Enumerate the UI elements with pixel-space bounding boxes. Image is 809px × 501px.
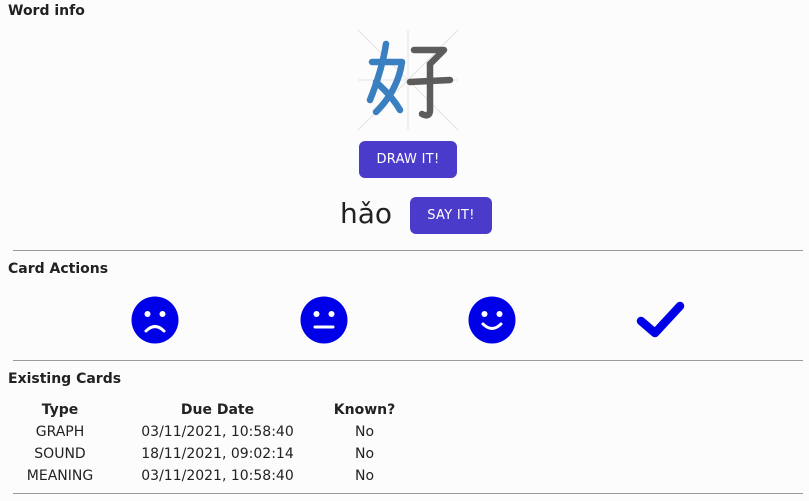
card-actions-heading: Card Actions bbox=[8, 261, 109, 277]
sad-face-icon bbox=[131, 296, 179, 344]
card-known-cell: No bbox=[354, 468, 375, 484]
card-known-cell: No bbox=[354, 446, 375, 462]
table-row: GRAPH 03/11/2021, 10:58:40 No bbox=[16, 421, 398, 443]
neutral-face-button[interactable] bbox=[300, 296, 348, 344]
card-type-cell: SOUND bbox=[34, 446, 86, 462]
table-row: MEANING 03/11/2021, 10:58:40 No bbox=[16, 465, 398, 487]
character-display: 好 bbox=[358, 30, 458, 130]
divider bbox=[13, 250, 803, 251]
card-due-cell: 03/11/2021, 10:58:40 bbox=[141, 424, 294, 440]
neutral-face-icon bbox=[300, 296, 348, 344]
divider bbox=[13, 493, 803, 494]
existing-cards-table: Type Due Date Known? GRAPH 03/11/2021, 1… bbox=[16, 399, 398, 487]
divider bbox=[13, 360, 803, 361]
card-due-cell: 03/11/2021, 10:58:40 bbox=[141, 468, 294, 484]
card-type-cell: GRAPH bbox=[35, 424, 85, 440]
table-row: SOUND 18/11/2021, 09:02:14 No bbox=[16, 443, 398, 465]
column-header-due-date: Due Date bbox=[180, 402, 255, 418]
card-type-cell: MEANING bbox=[26, 468, 94, 484]
happy-face-icon bbox=[468, 296, 516, 344]
column-header-type: Type bbox=[41, 402, 79, 418]
known-check-button[interactable] bbox=[636, 296, 685, 344]
card-known-cell: No bbox=[354, 424, 375, 440]
existing-cards-heading: Existing Cards bbox=[8, 371, 122, 387]
page: Word info 好 DRAW IT! hǎo SAY IT! Card bbox=[0, 0, 809, 501]
pinyin-text: hǎo bbox=[340, 197, 393, 230]
sad-face-button[interactable] bbox=[131, 296, 179, 344]
character-text: 好 bbox=[358, 30, 458, 130]
checkmark-icon bbox=[636, 301, 685, 338]
draw-it-button[interactable]: DRAW IT! bbox=[359, 141, 457, 178]
say-it-button[interactable]: SAY IT! bbox=[410, 197, 492, 234]
card-due-cell: 18/11/2021, 09:02:14 bbox=[141, 446, 294, 462]
happy-face-button[interactable] bbox=[468, 296, 516, 344]
word-info-heading: Word info bbox=[8, 3, 85, 19]
table-header-row: Type Due Date Known? bbox=[16, 399, 398, 421]
column-header-known: Known? bbox=[333, 402, 396, 418]
